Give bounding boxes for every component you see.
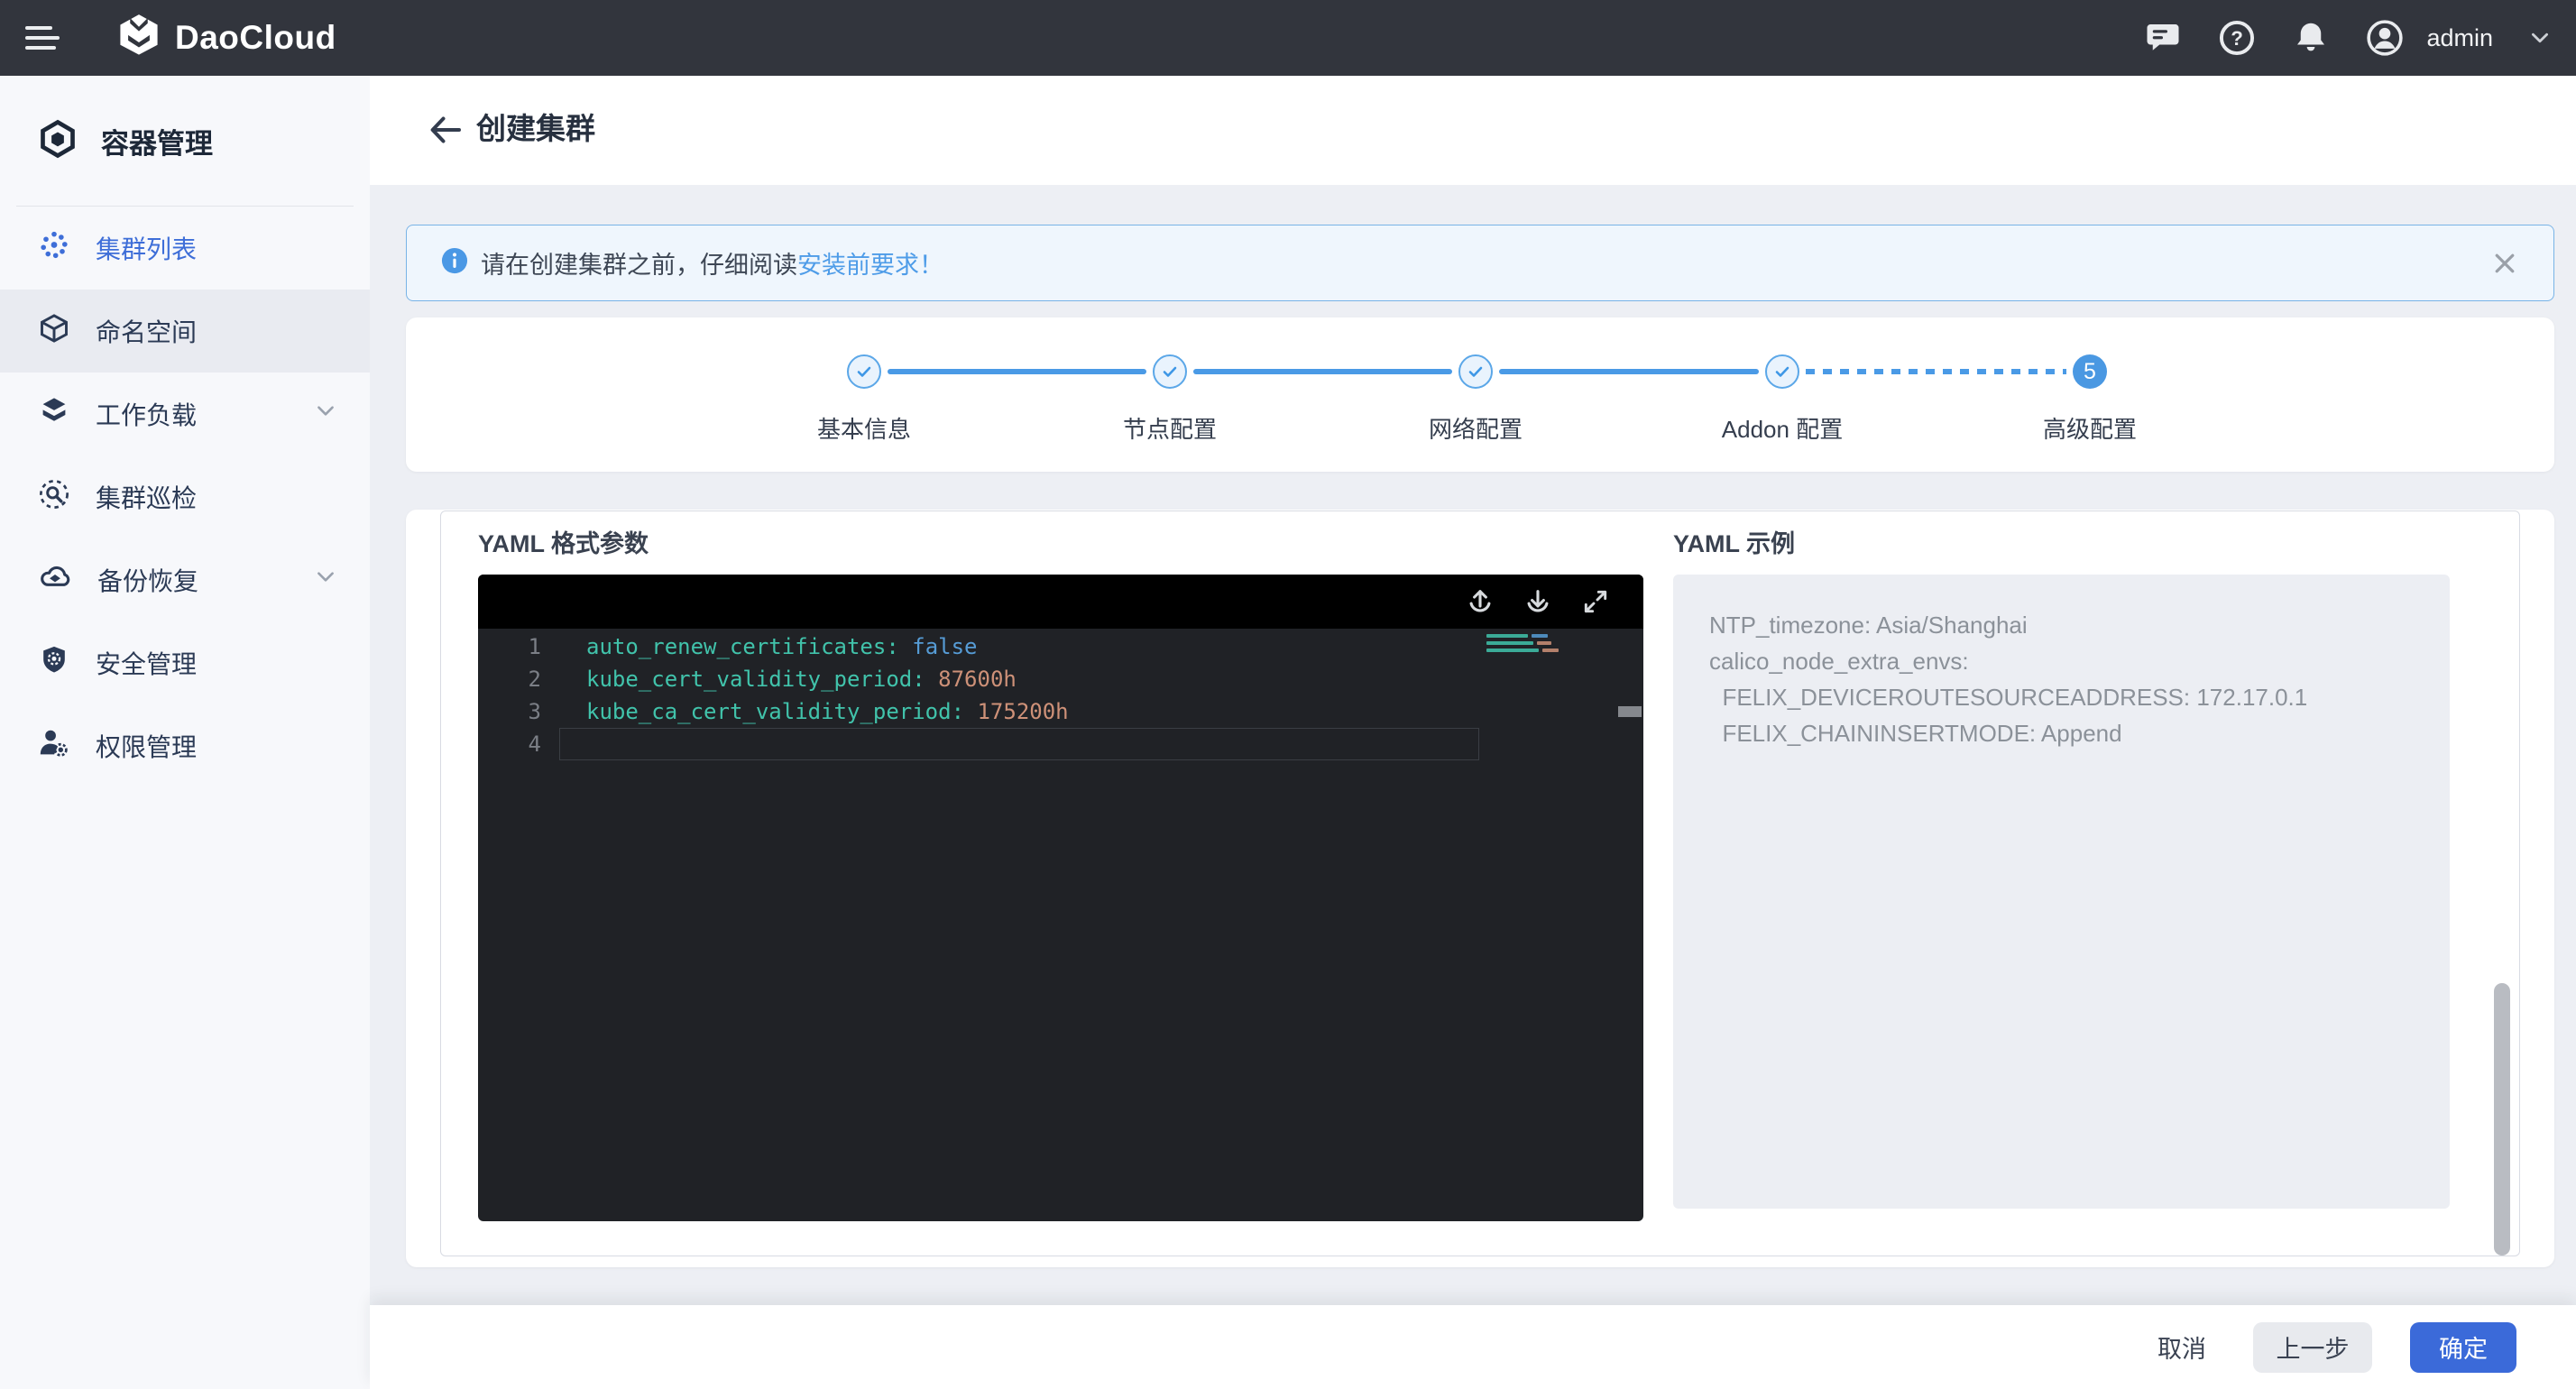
code-area[interactable]: 1auto_renew_certificates: false2kube_cer… — [478, 629, 1643, 1221]
sidebar-item-4[interactable]: 集群巡检 — [0, 455, 370, 538]
sidebar-item-label: 集群巡检 — [96, 479, 197, 515]
sidebar-item-label: 工作负载 — [96, 396, 197, 432]
sidebar-item-label: 备份恢复 — [97, 562, 198, 598]
form-card: YAML 格式参数 1auto_renew_certificates: — [406, 510, 2554, 1267]
brand: DaoCloud — [115, 0, 336, 76]
step-label: 网络配置 — [1376, 411, 1575, 445]
sidebar: 容器管理 集群列表 命名空间 工作负载 集群巡检 备份恢复 安全管理 权限管理 — [0, 76, 371, 1389]
previous-step-button[interactable]: 上一步 — [2253, 1322, 2372, 1373]
step-connector — [1499, 369, 1759, 374]
topbar: DaoCloud ? admin — [0, 0, 2576, 76]
step-5-badge[interactable]: 5 — [2073, 354, 2107, 389]
active-line-highlight — [559, 728, 1479, 760]
cluster-list-icon — [38, 229, 70, 268]
code-line-2: 2kube_cert_validity_period: 87600h — [478, 663, 1643, 695]
sidebar-item-label: 权限管理 — [96, 728, 197, 764]
step-label: 节点配置 — [1071, 411, 1269, 445]
editor-minimap — [1486, 634, 1577, 652]
fullscreen-icon[interactable] — [1578, 584, 1613, 619]
step-2-check-icon[interactable] — [1153, 354, 1187, 389]
brand-name: DaoCloud — [175, 19, 336, 57]
step-3-check-icon[interactable] — [1458, 354, 1493, 389]
svg-text:?: ? — [2231, 27, 2244, 50]
page-header: 创建集群 — [370, 76, 2576, 185]
sidebar-item-2[interactable]: 命名空间 — [0, 290, 370, 373]
confirm-button[interactable]: 确定 — [2410, 1322, 2516, 1373]
step-label: 高级配置 — [1991, 411, 2189, 445]
permission-icon — [38, 727, 70, 766]
step-connector — [1806, 369, 2066, 374]
editor-toolbar — [478, 575, 1643, 629]
menu-toggle-icon[interactable] — [25, 22, 60, 54]
sidebar-title: 容器管理 — [101, 121, 213, 161]
app-root: DaoCloud ? admin 容器管理 — [0, 0, 2576, 1389]
example-line: NTP_timezone: Asia/Shanghai — [1673, 607, 2450, 643]
sidebar-item-1[interactable]: 集群列表 — [0, 207, 370, 290]
yaml-editor[interactable]: 1auto_renew_certificates: false2kube_cer… — [478, 575, 1643, 1221]
sidebar-item-5[interactable]: 备份恢复 — [0, 538, 370, 621]
content-area: 请在创建集群之前，仔细阅读 安装前要求！ 基本信息 节点配置 网络配置 Addon 配… — [370, 185, 2576, 1305]
editor-scrollbar-thumb[interactable] — [1618, 706, 1642, 717]
notification-bell-icon[interactable] — [2291, 18, 2331, 58]
user-menu-chevron-icon[interactable] — [2527, 18, 2553, 58]
message-icon[interactable] — [2143, 18, 2183, 58]
topbar-actions: ? admin — [2143, 0, 2553, 76]
help-icon[interactable]: ? — [2217, 18, 2257, 58]
container-management-icon — [38, 119, 78, 163]
inspection-icon — [38, 478, 70, 517]
download-icon[interactable] — [1521, 584, 1555, 619]
cancel-button[interactable]: 取消 — [2148, 1322, 2215, 1373]
sidebar-header: 容器管理 — [0, 76, 370, 206]
info-alert: 请在创建集群之前，仔细阅读 安装前要求！ — [406, 225, 2554, 301]
user-name[interactable]: admin — [2426, 24, 2493, 52]
sidebar-item-6[interactable]: 安全管理 — [0, 621, 370, 704]
alert-close-icon[interactable] — [2489, 247, 2521, 280]
sidebar-item-7[interactable]: 权限管理 — [0, 704, 370, 787]
footer-bar: 取消 上一步 确定 — [370, 1305, 2576, 1389]
step-connector — [1193, 369, 1452, 374]
upload-icon[interactable] — [1463, 584, 1497, 619]
step-label: Addon 配置 — [1683, 411, 1881, 445]
yaml-example-box: NTP_timezone: Asia/Shanghaicalico_node_e… — [1673, 575, 2450, 1209]
page-title: 创建集群 — [476, 105, 595, 148]
back-button[interactable] — [422, 106, 469, 153]
stepper-card: 基本信息 节点配置 网络配置 Addon 配置 5 高级配置 — [406, 317, 2554, 472]
code-line-1: 1auto_renew_certificates: false — [478, 630, 1643, 663]
sidebar-item-label: 安全管理 — [96, 645, 197, 681]
backup-icon — [38, 560, 72, 601]
sidebar-item-3[interactable]: 工作负载 — [0, 373, 370, 455]
alert-link[interactable]: 安装前要求！ — [797, 245, 943, 281]
info-icon — [441, 247, 468, 279]
step-4-check-icon[interactable] — [1765, 354, 1799, 389]
code-line-3: 3kube_ca_cert_validity_period: 175200h — [478, 695, 1643, 728]
daocloud-logo-icon — [115, 13, 162, 64]
workload-icon — [38, 395, 70, 434]
chevron-down-icon — [314, 566, 337, 595]
panel-scrollbar-thumb[interactable] — [2494, 983, 2510, 1256]
step-label: 基本信息 — [765, 411, 963, 445]
sidebar-menu: 集群列表 命名空间 工作负载 集群巡检 备份恢复 安全管理 权限管理 — [0, 207, 370, 787]
example-line: calico_node_extra_envs: — [1673, 643, 2450, 679]
yaml-example-title: YAML 示例 — [1673, 524, 1795, 559]
yaml-params-title: YAML 格式参数 — [478, 524, 649, 559]
example-line: FELIX_CHAININSERTMODE: Append — [1673, 715, 2450, 751]
sidebar-item-label: 集群列表 — [96, 230, 197, 266]
namespace-icon — [38, 312, 70, 351]
alert-text: 请在创建集群之前，仔细阅读 — [481, 245, 797, 281]
example-line: FELIX_DEVICEROUTESOURCEADDRESS: 172.17.0… — [1673, 679, 2450, 715]
step-1-check-icon[interactable] — [847, 354, 881, 389]
step-connector — [888, 369, 1146, 374]
panel-scrollbar — [2494, 511, 2510, 1257]
chevron-down-icon — [314, 400, 337, 429]
sidebar-item-label: 命名空间 — [96, 313, 197, 349]
avatar-icon[interactable] — [2365, 18, 2405, 58]
security-icon — [38, 644, 70, 683]
form-panel: YAML 格式参数 1auto_renew_certificates: — [440, 511, 2520, 1256]
